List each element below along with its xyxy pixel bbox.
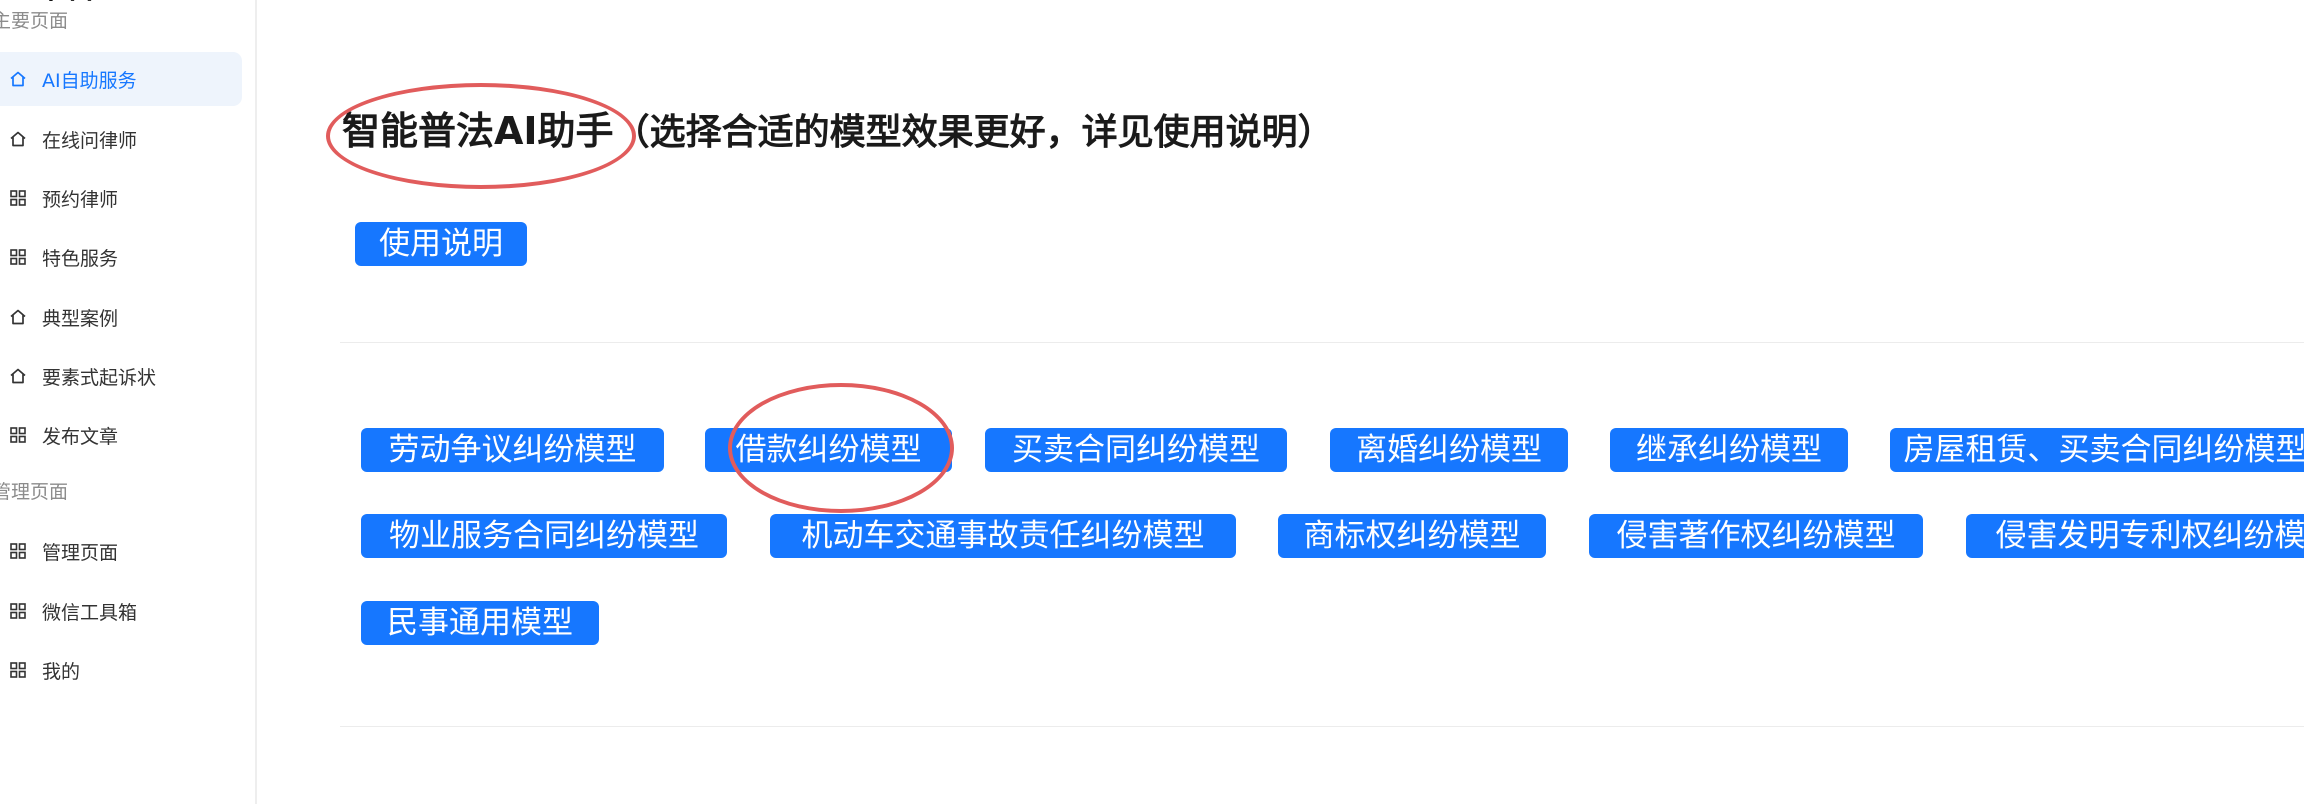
sidebar-item-publish-article[interactable]: 发布文章 <box>0 408 242 462</box>
home-icon <box>8 129 28 149</box>
sidebar-item-ai-service[interactable]: AI自助服务 <box>0 52 242 106</box>
sidebar-item-label: 发布文章 <box>42 425 119 448</box>
model-button-labor-dispute[interactable]: 劳动争议纠纷模型 <box>361 428 664 472</box>
grid-icon <box>8 660 28 680</box>
page-title-note: （选择合适的模型效果更好，详见使用说明） <box>613 112 1334 153</box>
sidebar-item-admin-page[interactable]: 管理页面 <box>0 524 242 578</box>
sidebar-item-label: AI自助服务 <box>42 69 137 92</box>
grid-icon <box>8 601 28 621</box>
sidebar-item-label: 典型案例 <box>42 307 119 330</box>
sidebar-item-label: 特色服务 <box>42 247 119 270</box>
grid-icon <box>8 425 28 445</box>
model-button-divorce[interactable]: 离婚纠纷模型 <box>1330 428 1568 472</box>
sidebar-item-book-lawyer[interactable]: 预约律师 <box>0 171 242 225</box>
sidebar-item-typical-cases[interactable]: 典型案例 <box>0 290 242 344</box>
sidebar: 平台 主要页面 AI自助服务 在线问律师 预约律师 特色服务 典型案例 <box>0 0 257 804</box>
sidebar-item-mine[interactable]: 我的 <box>0 643 242 697</box>
model-button-civil-general[interactable]: 民事通用模型 <box>361 601 599 645</box>
sidebar-item-label: 在线问律师 <box>42 129 138 152</box>
sidebar-item-wechat-toolbox[interactable]: 微信工具箱 <box>0 584 242 638</box>
group-label-admin: 管理页面 <box>0 481 69 503</box>
sidebar-item-label: 要素式起诉状 <box>42 366 157 389</box>
model-button-trademark[interactable]: 商标权纠纷模型 <box>1278 514 1546 558</box>
grid-icon <box>8 188 28 208</box>
model-button-sales-contract[interactable]: 买卖合同纠纷模型 <box>985 428 1287 472</box>
sidebar-item-label: 预约律师 <box>42 188 119 211</box>
sidebar-item-online-lawyer[interactable]: 在线问律师 <box>0 112 242 166</box>
group-label-main: 主要页面 <box>0 10 69 32</box>
home-icon <box>8 366 28 386</box>
home-icon <box>8 307 28 327</box>
model-button-housing-lease-sale[interactable]: 房屋租赁、买卖合同纠纷模型 <box>1890 428 2304 472</box>
sidebar-item-label: 微信工具箱 <box>42 601 138 624</box>
model-button-invention-patent[interactable]: 侵害发明专利权纠纷模型 <box>1966 514 2304 558</box>
sidebar-item-label: 我的 <box>42 660 81 683</box>
model-button-traffic-accident[interactable]: 机动车交通事故责任纠纷模型 <box>770 514 1236 558</box>
main-content: 智能普法AI助手（选择合适的模型效果更好，详见使用说明） 使用说明 劳动争议纠纷… <box>258 0 2304 804</box>
model-button-property-service[interactable]: 物业服务合同纠纷模型 <box>361 514 727 558</box>
grid-icon <box>8 247 28 267</box>
model-button-loan-dispute[interactable]: 借款纠纷模型 <box>705 428 952 472</box>
divider <box>340 342 2304 343</box>
page-title-main: 智能普法AI助手 <box>342 109 614 153</box>
usage-guide-button[interactable]: 使用说明 <box>355 222 527 266</box>
sidebar-item-label: 管理页面 <box>42 541 119 564</box>
grid-icon <box>8 541 28 561</box>
app-title: 平台 <box>36 0 96 4</box>
model-button-copyright[interactable]: 侵害著作权纠纷模型 <box>1589 514 1923 558</box>
sidebar-item-featured-services[interactable]: 特色服务 <box>0 230 242 284</box>
page-title: 智能普法AI助手（选择合适的模型效果更好，详见使用说明） <box>342 106 1334 158</box>
model-button-inheritance[interactable]: 继承纠纷模型 <box>1610 428 1848 472</box>
divider <box>340 726 2304 727</box>
sidebar-item-complaint-form[interactable]: 要素式起诉状 <box>0 349 242 403</box>
home-icon <box>8 69 28 89</box>
